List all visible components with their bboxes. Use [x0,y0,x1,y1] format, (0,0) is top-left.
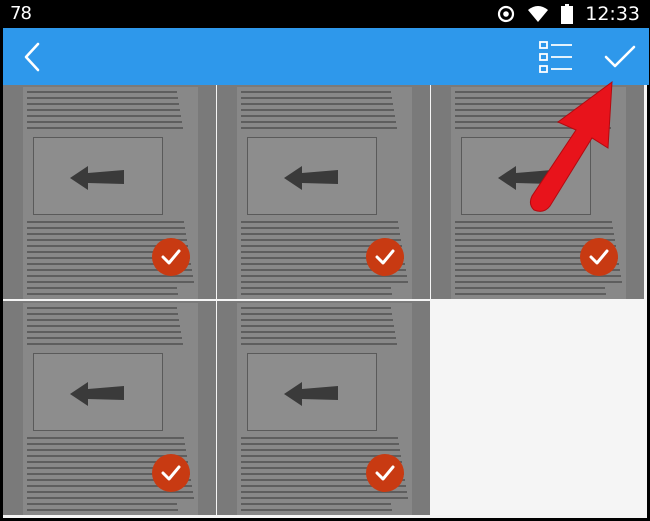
text-line [241,503,391,505]
selected-check-icon[interactable] [580,238,618,276]
text-line [241,325,394,327]
text-line [241,443,399,445]
text-line [27,127,183,129]
text-line [27,115,181,117]
text-line [241,331,395,333]
text-line [27,343,183,345]
text-line [27,503,177,505]
text-line [27,281,194,283]
text-line [241,227,399,229]
embedded-screenshot [247,137,377,215]
back-button[interactable] [9,28,55,85]
text-line [241,91,391,93]
text-line [27,227,185,229]
text-line [27,331,181,333]
clock: 12:33 [585,3,640,25]
text-line [241,103,393,105]
checklist-icon [539,40,573,73]
text-line [27,319,179,321]
text-line [241,437,398,439]
selected-check-icon[interactable] [366,454,404,492]
text-line [27,337,182,339]
text-line [27,497,194,499]
notification-count: 78 [10,3,32,24]
text-line [27,233,186,235]
text-line [241,293,392,295]
data-saver-icon [497,5,515,23]
text-line [27,97,178,99]
wifi-icon [527,5,549,23]
text-line [241,287,391,289]
checkmark-icon [604,45,636,69]
text-line [241,337,396,339]
text-line [27,91,177,93]
red-arrow-annotation [529,80,613,212]
text-line [241,127,397,129]
text-line [27,121,182,123]
text-line [241,281,408,283]
text-line [455,227,613,229]
embedded-screenshot [33,353,163,431]
text-line [241,121,396,123]
chevron-left-icon [22,42,42,72]
page-thumbnail[interactable] [217,301,430,515]
text-line [455,293,606,295]
text-line [241,497,408,499]
text-line [27,293,178,295]
text-line [27,449,186,451]
text-line [27,109,180,111]
text-line [455,281,622,283]
text-line [27,313,178,315]
text-line [241,97,392,99]
page-thumbnail[interactable] [217,85,430,299]
text-line [241,307,391,309]
text-line [455,233,614,235]
text-line [241,109,394,111]
text-line [27,325,180,327]
page-thumbnail[interactable] [3,85,216,299]
text-line [241,509,392,511]
page-thumbnail[interactable] [3,301,216,515]
text-line [27,443,185,445]
battery-icon [561,4,574,24]
selected-check-icon[interactable] [152,454,190,492]
text-line [27,437,184,439]
text-line [27,221,184,223]
status-bar: 78 12:33 [0,0,650,28]
text-line [241,313,392,315]
text-line [241,221,398,223]
text-line [241,319,393,321]
embedded-screenshot [247,353,377,431]
text-line [27,307,177,309]
text-line [27,103,179,105]
text-line [455,287,605,289]
app-screen: 78 12:33 [0,0,650,521]
text-line [27,509,178,511]
embedded-screenshot [33,137,163,215]
text-line [27,287,177,289]
selected-check-icon[interactable] [366,238,404,276]
text-line [241,115,395,117]
selected-check-icon[interactable] [152,238,190,276]
text-line [241,449,400,451]
text-line [241,343,397,345]
text-line [241,233,400,235]
